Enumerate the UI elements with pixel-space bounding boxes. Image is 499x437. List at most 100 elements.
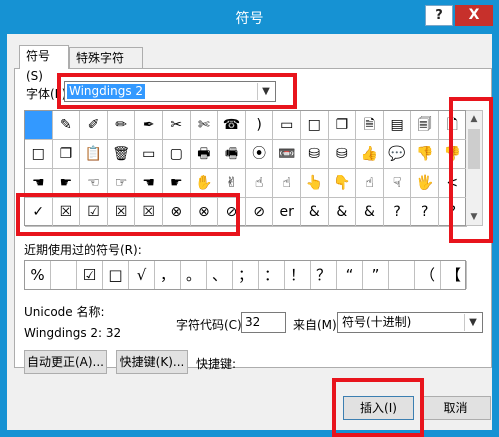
symbol-cell[interactable]: & xyxy=(328,198,357,227)
symbol-cell[interactable]: 👎 xyxy=(411,140,439,169)
symbol-cell[interactable]: ⦿ xyxy=(245,140,274,169)
scroll-thumb[interactable] xyxy=(468,129,480,169)
symbol-cell[interactable]: 📋 xyxy=(80,140,108,169)
symbol-cell[interactable]: ⊘ xyxy=(245,198,274,227)
symbol-cell[interactable]: ☚ xyxy=(25,169,53,198)
shortcut-key-button[interactable]: 快捷键(K)... xyxy=(116,350,188,374)
symbol-cell[interactable]: ☟ xyxy=(383,169,412,198)
symbol-cell[interactable]: ☚ xyxy=(135,169,163,198)
symbol-cell[interactable]: ✏ xyxy=(107,111,136,140)
symbol-cell[interactable]: 🖶 xyxy=(190,140,219,169)
recent-symbol-cell[interactable]: ！ xyxy=(285,261,311,289)
symbol-cell[interactable]: ⊗ xyxy=(163,198,191,227)
symbol-cell[interactable]: ✐ xyxy=(80,111,108,140)
symbol-cell[interactable]: ☛ xyxy=(163,169,191,198)
symbol-cell[interactable]: ☎ xyxy=(218,111,246,140)
recent-symbol-cell[interactable]: “ xyxy=(337,261,363,289)
recent-symbol-cell[interactable]: ？ xyxy=(311,261,337,289)
recent-symbol-cell[interactable]: （ xyxy=(415,261,441,289)
recent-symbol-cell[interactable] xyxy=(51,261,77,289)
recent-symbol-cell[interactable]: % xyxy=(25,261,51,289)
recent-symbol-cell[interactable]: ☑ xyxy=(77,261,103,289)
autocorrect-button[interactable]: 自动更正(A)... xyxy=(24,350,107,374)
from-select-value: 符号(十进制) xyxy=(342,315,412,329)
tab-special-characters[interactable]: 特殊字符(P) xyxy=(69,47,143,85)
symbol-cell[interactable]: 👎 xyxy=(439,140,467,169)
symbol-cell[interactable]: ⊘ xyxy=(218,198,246,227)
symbol-cell[interactable]: 🗋 xyxy=(439,111,467,140)
tab-symbols[interactable]: 符号(S) xyxy=(19,45,69,83)
symbol-cell[interactable]: ▤ xyxy=(383,111,412,140)
symbol-cell[interactable]: ✂ xyxy=(163,111,191,140)
symbol-cell[interactable]: ? xyxy=(411,198,439,227)
insert-button[interactable]: 插入(I) xyxy=(343,396,414,420)
recent-symbol-cell[interactable]: ： xyxy=(259,261,285,289)
symbol-cell[interactable]: □ xyxy=(25,140,53,169)
symbol-cell[interactable]: ☑ xyxy=(80,198,108,227)
symbol-cell[interactable]: ☒ xyxy=(52,198,81,227)
symbol-cell[interactable]: 👆 xyxy=(301,169,329,198)
symbol-cell[interactable]: ? xyxy=(439,198,467,227)
symbol-cell[interactable]: ⊗ xyxy=(190,198,219,227)
symbol-cell[interactable]: 👍 xyxy=(356,140,384,169)
close-button[interactable]: X xyxy=(455,5,493,26)
symbol-cell[interactable]: □ xyxy=(301,111,329,140)
character-code-input[interactable]: 32 xyxy=(241,312,286,333)
symbol-grid-scrollbar[interactable]: ▲ ▼ xyxy=(466,110,483,226)
scroll-up-icon[interactable]: ▲ xyxy=(466,111,482,127)
symbol-cell[interactable]: ☒ xyxy=(135,198,163,227)
symbol-cell[interactable]: ☜ xyxy=(80,169,108,198)
symbol-cell[interactable]: 🗎 xyxy=(356,111,384,140)
recent-symbol-cell[interactable]: □ xyxy=(103,261,129,289)
scroll-down-icon[interactable]: ▼ xyxy=(466,209,482,225)
symbol-cell[interactable]: ✒ xyxy=(135,111,163,140)
symbol-cell[interactable]: ⛁ xyxy=(328,140,357,169)
symbol-cell[interactable]: ✌ xyxy=(218,169,246,198)
symbol-cell[interactable]: ❐ xyxy=(328,111,357,140)
recent-symbol-cell[interactable]: 。 xyxy=(181,261,207,289)
recent-symbol-cell[interactable]: 、 xyxy=(207,261,233,289)
symbol-cell[interactable] xyxy=(25,111,53,140)
symbol-cell[interactable]: ) xyxy=(245,111,274,140)
symbol-cell[interactable]: ? xyxy=(383,198,412,227)
symbol-cell[interactable]: 🗐 xyxy=(411,111,439,140)
cancel-button[interactable]: 取消 xyxy=(420,396,491,420)
chevron-down-icon[interactable]: ▼ xyxy=(257,83,274,100)
font-select[interactable]: Wingdings 2 ▼ xyxy=(64,81,276,102)
symbol-cell[interactable]: & xyxy=(301,198,329,227)
symbol-cell[interactable]: 🗑 xyxy=(107,140,136,169)
symbol-cell[interactable]: ☞ xyxy=(107,169,136,198)
symbol-cell[interactable]: ☝ xyxy=(273,169,301,198)
symbol-cell[interactable]: ☛ xyxy=(52,169,81,198)
recent-symbol-cell[interactable]: ” xyxy=(363,261,389,289)
symbol-cell[interactable]: ✄ xyxy=(190,111,219,140)
symbol-cell[interactable]: 💬 xyxy=(383,140,412,169)
symbol-cell[interactable]: 🖐 xyxy=(411,169,439,198)
symbol-cell[interactable]: ✓ xyxy=(25,198,53,227)
recent-symbol-cell[interactable]: ； xyxy=(233,261,259,289)
symbol-cell[interactable]: ☒ xyxy=(107,198,136,227)
symbol-cell[interactable]: ❐ xyxy=(52,140,81,169)
help-button[interactable]: ? xyxy=(425,5,453,26)
symbol-cell[interactable]: ▭ xyxy=(273,111,301,140)
recent-symbol-cell[interactable]: ， xyxy=(155,261,181,289)
symbol-cell[interactable]: ✎ xyxy=(52,111,81,140)
symbol-cell[interactable]: 📼 xyxy=(273,140,301,169)
symbol-cell[interactable]: ⛁ xyxy=(301,140,329,169)
symbol-cell[interactable]: er xyxy=(273,198,301,227)
symbol-cell[interactable]: < xyxy=(439,169,467,198)
chevron-down-icon[interactable]: ▼ xyxy=(464,314,481,331)
recent-symbol-cell[interactable]: √ xyxy=(129,261,155,289)
symbol-cell[interactable]: 🖷 xyxy=(218,140,246,169)
symbol-cell[interactable]: & xyxy=(356,198,384,227)
recent-symbol-cell[interactable]: 【 xyxy=(441,261,467,289)
symbol-cell[interactable]: ☝ xyxy=(356,169,384,198)
recent-symbol-cell[interactable] xyxy=(389,261,415,289)
symbol-cell[interactable]: ☝ xyxy=(245,169,274,198)
symbol-cell[interactable]: ▢ xyxy=(163,140,191,169)
unicode-name-label: Unicode 名称: xyxy=(24,305,105,319)
from-select[interactable]: 符号(十进制) ▼ xyxy=(337,312,483,333)
symbol-cell[interactable]: ✋ xyxy=(190,169,219,198)
symbol-cell[interactable]: 👇 xyxy=(328,169,357,198)
symbol-cell[interactable]: ▭ xyxy=(135,140,163,169)
